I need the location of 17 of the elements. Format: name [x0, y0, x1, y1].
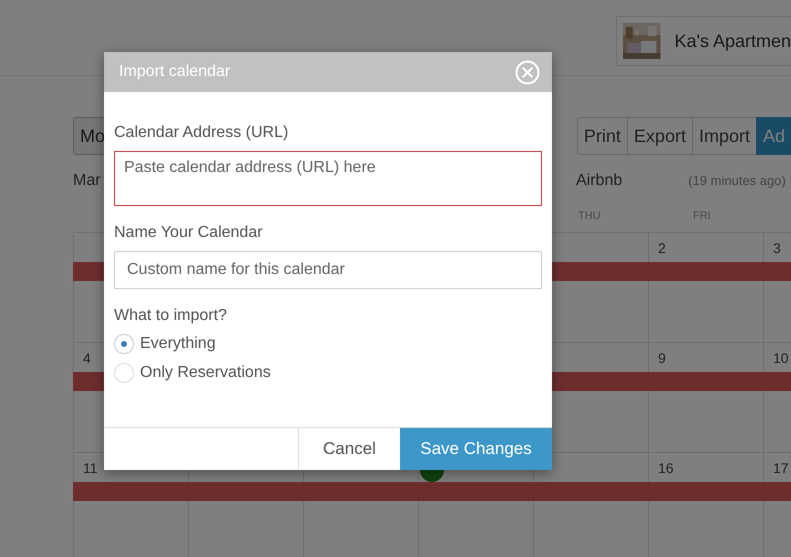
sync-time: (19 minutes ago)	[688, 173, 786, 188]
month-label: Mar	[73, 172, 102, 190]
day-number: 4	[83, 350, 91, 366]
day-number: 11	[83, 460, 98, 476]
field-label: Name Your Calendar	[114, 224, 263, 242]
calendar-source: Airbnb	[576, 172, 622, 190]
day-number: 17	[773, 460, 789, 476]
option-label: Everything	[140, 335, 216, 353]
day-number: 16	[658, 460, 674, 476]
day-number: 9	[658, 350, 666, 366]
dialog-title: Import calendar	[119, 63, 230, 81]
option-label: Only Reservations	[140, 364, 271, 382]
day-number: 10	[773, 350, 789, 366]
day-number: 3	[773, 240, 781, 256]
question-label: What to import?	[114, 307, 227, 325]
field-label: Calendar Address (URL)	[114, 124, 288, 142]
day-number: 2	[658, 240, 666, 256]
